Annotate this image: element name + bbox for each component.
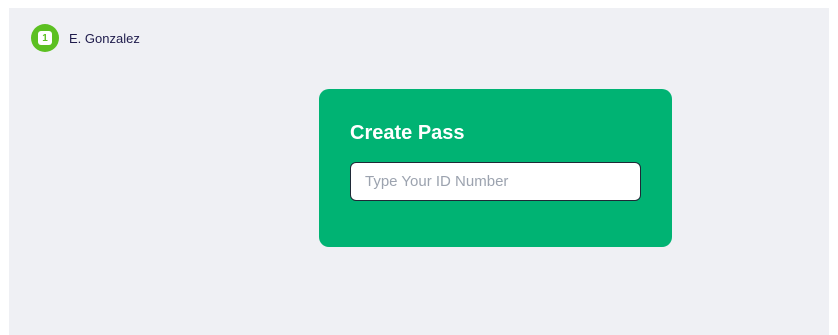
user-badge: 1 — [31, 24, 59, 52]
user-chip: 1 E. Gonzalez — [31, 24, 140, 52]
user-badge-number: 1 — [38, 31, 52, 45]
id-number-input[interactable] — [350, 162, 641, 201]
user-name: E. Gonzalez — [69, 30, 140, 46]
create-pass-card: Create Pass — [319, 89, 672, 247]
card-title: Create Pass — [350, 122, 465, 144]
